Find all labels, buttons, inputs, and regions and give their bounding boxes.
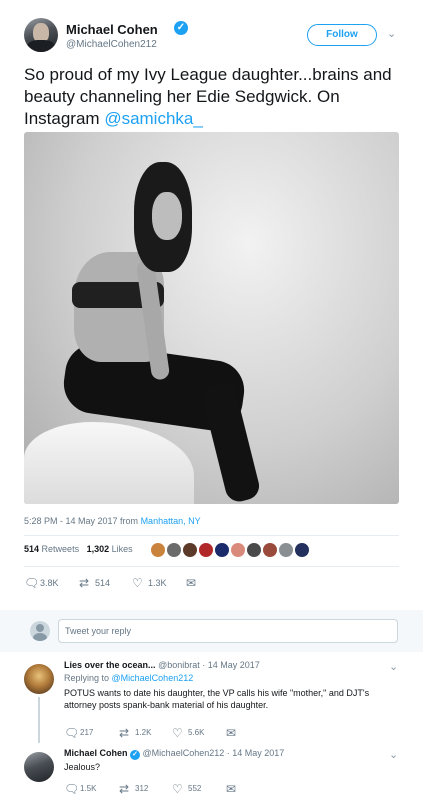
replying-to: Replying to @MichaelCohen212 (64, 673, 193, 683)
likes-count[interactable]: 1,302 (87, 544, 110, 554)
retweet-icon: ⇄ (119, 726, 130, 740)
reply-avatar[interactable] (24, 752, 54, 782)
liker-avatar[interactable] (214, 542, 230, 558)
reply-text: Jealous? (64, 762, 101, 772)
timestamp-text[interactable]: 5:28 PM - 14 May 2017 from (24, 516, 141, 526)
envelope-icon: ✉ (226, 782, 237, 796)
reply-composer: Tweet your reply (0, 610, 423, 652)
heart-icon: ♡ (172, 782, 183, 796)
liker-avatar[interactable] (262, 542, 278, 558)
envelope-icon: ✉ (186, 575, 197, 590)
retweet-count: 312 (135, 784, 149, 793)
verified-badge-icon: ✓ (130, 750, 141, 760)
reply-actions: 🗨︎217 ⇄ 1.2K ♡ 5.6K ✉ (64, 726, 264, 740)
reply-icon: 🗨︎ (64, 782, 80, 796)
tweet-photo[interactable] (24, 132, 399, 504)
retweet-icon: ⇄ (119, 782, 130, 796)
reply-button[interactable]: 🗨︎3.8K (24, 575, 59, 591)
liker-avatar[interactable] (294, 542, 310, 558)
direct-message-button[interactable]: ✉ (186, 575, 200, 591)
retweet-button[interactable]: ⇄ 1.2K (119, 726, 151, 742)
likes-label[interactable]: Likes (112, 544, 133, 554)
reply-count: 1.5K (80, 784, 97, 793)
tweet-text: So proud of my Ivy League daughter...bra… (24, 64, 404, 130)
liker-avatar[interactable] (198, 542, 214, 558)
tweet-text-body: So proud of my Ivy League daughter...bra… (24, 65, 392, 128)
liker-avatar[interactable] (230, 542, 246, 558)
divider (24, 566, 399, 567)
reply-author: Lies over the ocean... @bonibrat · 14 Ma… (64, 660, 260, 670)
retweet-count: 1.2K (135, 728, 152, 737)
retweets-label[interactable]: Retweets (42, 544, 80, 554)
like-count: 5.6K (188, 728, 205, 737)
reply-text: POTUS wants to date his daughter, the VP… (64, 688, 370, 710)
reply-author-name[interactable]: Michael Cohen (64, 748, 128, 758)
liker-avatar[interactable] (166, 542, 182, 558)
like-button[interactable]: ♡ 552 (172, 782, 201, 798)
reply-actions: 🗨︎1.5K ⇄ 312 ♡ 552 ✉ (64, 782, 264, 796)
mention-link[interactable]: @samichka_ (104, 109, 203, 128)
reply-author: Michael Cohen ✓ @MichaelCohen212 · 14 Ma… (64, 748, 284, 760)
user-avatar (30, 621, 50, 641)
chevron-down-icon[interactable]: ⌄ (389, 748, 398, 761)
like-button[interactable]: ♡ 1.3K (132, 575, 167, 591)
direct-message-button[interactable]: ✉ (226, 726, 240, 742)
reply-icon: 🗨︎ (64, 726, 80, 740)
tweet-timestamp: 5:28 PM - 14 May 2017 from Manhattan, NY (24, 516, 201, 526)
thread-line (38, 697, 40, 743)
retweets-count[interactable]: 514 (24, 544, 39, 554)
reply-author-handle[interactable]: @bonibrat (158, 660, 200, 670)
liker-avatar[interactable] (278, 542, 294, 558)
tweet-stats: 514 Retweets 1,302 Likes (24, 544, 133, 554)
chevron-down-icon[interactable]: ⌄ (387, 27, 396, 40)
tweet-header: Michael Cohen ✓ @MichaelCohen212 Follow … (24, 16, 409, 56)
location-link[interactable]: Manhattan, NY (141, 516, 201, 526)
replying-to-prefix: Replying to (64, 673, 112, 683)
reply-date[interactable]: · 14 May 2017 (202, 660, 260, 670)
liker-avatar[interactable] (182, 542, 198, 558)
reply-input[interactable]: Tweet your reply (58, 619, 398, 643)
retweet-icon: ⇄ (79, 575, 90, 590)
retweet-button[interactable]: ⇄ 514 (79, 575, 110, 591)
author-avatar[interactable] (24, 18, 58, 52)
retweet-count: 514 (95, 577, 111, 588)
like-count: 552 (188, 784, 202, 793)
chevron-down-icon[interactable]: ⌄ (389, 660, 398, 673)
heart-icon: ♡ (132, 575, 143, 590)
reply-count: 217 (80, 728, 94, 737)
follow-button[interactable]: Follow (307, 24, 377, 46)
heart-icon: ♡ (172, 726, 183, 740)
reply-tweet[interactable]: Lies over the ocean... @bonibrat · 14 Ma… (24, 660, 409, 744)
reply-button[interactable]: 🗨︎217 (64, 726, 93, 742)
liker-avatar[interactable] (150, 542, 166, 558)
reply-icon: 🗨︎ (24, 575, 40, 590)
replying-to-link[interactable]: @MichaelCohen212 (112, 673, 194, 683)
author-name[interactable]: Michael Cohen (66, 22, 158, 37)
verified-badge-icon: ✓ (174, 21, 188, 35)
reply-author-handle[interactable]: @MichaelCohen212 (143, 748, 225, 758)
divider (24, 535, 399, 536)
reply-avatar[interactable] (24, 664, 54, 694)
reply-count: 3.8K (40, 577, 59, 588)
tweet-actions: 🗨︎3.8K ⇄ 514 ♡ 1.3K ✉ (24, 575, 224, 591)
reply-button[interactable]: 🗨︎1.5K (64, 782, 96, 798)
envelope-icon: ✉ (226, 726, 237, 740)
retweet-button[interactable]: ⇄ 312 (119, 782, 148, 798)
like-count: 1.3K (148, 577, 167, 588)
direct-message-button[interactable]: ✉ (226, 782, 240, 798)
like-button[interactable]: ♡ 5.6K (172, 726, 204, 742)
reply-date[interactable]: · 14 May 2017 (227, 748, 285, 758)
reply-tweet[interactable]: Michael Cohen ✓ @MichaelCohen212 · 14 Ma… (24, 748, 409, 799)
author-handle[interactable]: @MichaelCohen212 (66, 39, 157, 50)
liker-avatar[interactable] (246, 542, 262, 558)
reply-author-name[interactable]: Lies over the ocean... (64, 660, 156, 670)
